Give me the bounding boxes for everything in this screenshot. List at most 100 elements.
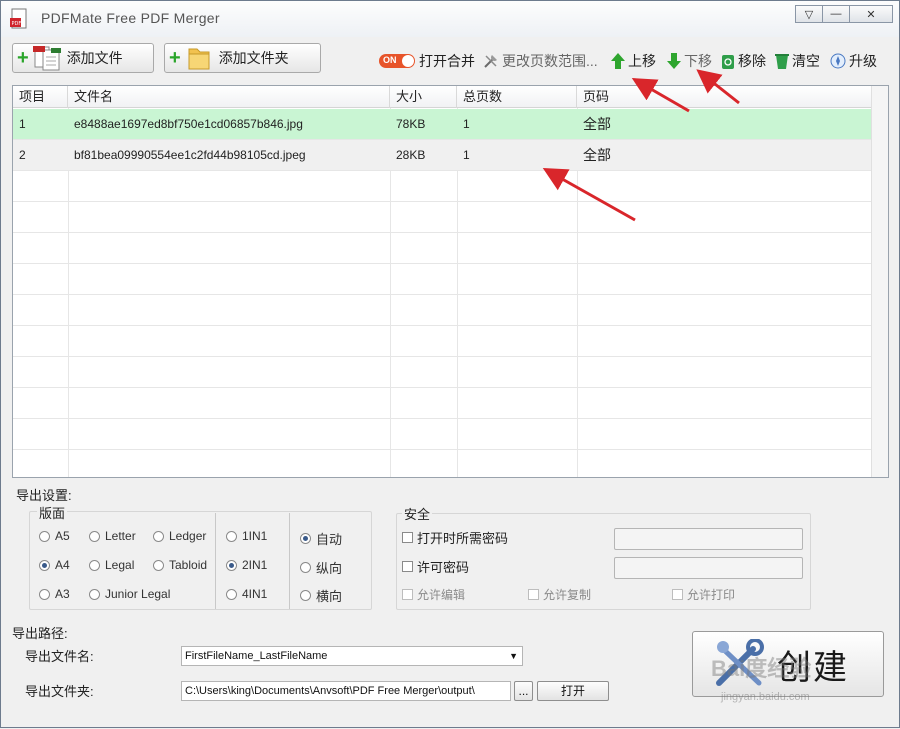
chevron-down-icon: ▼ <box>509 651 518 661</box>
add-file-label: 添加文件 <box>66 50 123 66</box>
remove-button[interactable]: 移除 <box>721 51 766 71</box>
add-file-button[interactable]: + 添加文件 <box>12 43 154 73</box>
radio-legal[interactable]: Legal <box>89 558 134 572</box>
folder-icon <box>188 48 210 70</box>
radio-ledger[interactable]: Ledger <box>153 529 206 543</box>
allow-print-checkbox[interactable]: 允许打印 <box>672 586 735 603</box>
empty-row <box>13 264 871 295</box>
col-header-range[interactable]: 页码 <box>577 86 873 108</box>
minimize-button[interactable]: — <box>822 5 850 23</box>
plus-icon: + <box>17 47 29 69</box>
arrow-down-icon <box>667 53 681 69</box>
table-scrollbar[interactable] <box>871 86 888 477</box>
allow-copy-checkbox[interactable]: 允许复制 <box>528 586 591 603</box>
open-password-checkbox[interactable]: 打开时所需密码 <box>402 528 508 547</box>
radio-auto[interactable]: 自动 <box>300 529 342 548</box>
open-folder-button[interactable]: 打开 <box>537 681 609 701</box>
row-size: 78KB <box>396 117 426 131</box>
remove-label: 移除 <box>738 53 766 69</box>
empty-row <box>13 357 871 388</box>
clear-button[interactable]: 清空 <box>775 51 820 71</box>
move-up-label: 上移 <box>628 53 656 69</box>
row-pages: 1 <box>463 148 470 162</box>
compass-icon <box>830 53 846 69</box>
arrow-up-icon <box>611 53 625 69</box>
app-window: PDF PDFMate Free PDF Merger ▽ — ✕ + 添加文件… <box>0 0 900 728</box>
toggle-switch[interactable]: ON <box>379 54 415 68</box>
export-settings-label: 导出设置: <box>16 488 72 503</box>
clear-label: 清空 <box>792 53 820 69</box>
row-filename: e8488ae1697ed8bf750e1cd06857b846.jpg <box>74 117 303 131</box>
move-up-button[interactable]: 上移 <box>611 51 656 71</box>
watermark-url: jingyan.baidu.com <box>721 691 810 703</box>
add-folder-label: 添加文件夹 <box>218 50 289 66</box>
row-pages: 1 <box>463 117 470 131</box>
radio-2in1[interactable]: 2IN1 <box>226 558 267 572</box>
col-header-index[interactable]: 项目 <box>13 86 68 108</box>
col-header-pages[interactable]: 总页数 <box>457 86 577 108</box>
empty-row <box>13 326 871 357</box>
watermark-text: Bai度经验 <box>711 656 812 681</box>
tools-icon <box>484 55 497 68</box>
window-menu-button[interactable]: ▽ <box>795 5 823 23</box>
radio-a3[interactable]: A3 <box>39 587 70 601</box>
empty-row <box>13 171 871 202</box>
empty-row <box>13 233 871 264</box>
pdf-app-icon: PDF <box>10 8 27 29</box>
radio-a5[interactable]: A5 <box>39 529 70 543</box>
output-filename-select[interactable]: FirstFileName_LastFileName ▼ <box>181 646 523 666</box>
output-folder-input[interactable]: C:\Users\king\Documents\Anvsoft\PDF Free… <box>181 681 511 701</box>
table-row[interactable]: 2 bf81bea09990554ee1c2fd44b98105cd.jpeg … <box>13 140 871 171</box>
open-password-field[interactable] <box>614 528 803 550</box>
upgrade-button[interactable]: 升级 <box>830 51 877 71</box>
change-range-label: 更改页数范围... <box>502 53 598 69</box>
radio-portrait[interactable]: 纵向 <box>300 558 342 577</box>
change-range-button[interactable]: 更改页数范围... <box>483 51 598 71</box>
move-down-label: 下移 <box>684 53 712 69</box>
empty-row <box>13 295 871 326</box>
empty-row <box>13 388 871 419</box>
window-title: PDFMate Free PDF Merger <box>41 10 220 26</box>
table-header: 项目 文件名 大小 总页数 页码 <box>13 86 873 108</box>
radio-tabloid[interactable]: Tabloid <box>153 558 207 572</box>
empty-row <box>13 202 871 233</box>
layout-label: 版面 <box>37 503 68 522</box>
col-header-filename[interactable]: 文件名 <box>68 86 390 108</box>
output-folder-label: 导出文件夹: <box>25 684 94 699</box>
radio-landscape[interactable]: 横向 <box>300 586 342 605</box>
output-filename-label: 导出文件名: <box>25 649 94 664</box>
security-label: 安全 <box>402 504 433 523</box>
pdf-docs-icon <box>32 46 61 71</box>
col-header-size[interactable]: 大小 <box>390 86 457 108</box>
svg-text:PDF: PDF <box>12 21 22 27</box>
move-down-button[interactable]: 下移 <box>667 51 712 71</box>
row-size: 28KB <box>396 148 426 162</box>
row-filename: bf81bea09990554ee1c2fd44b98105cd.jpeg <box>74 148 306 162</box>
row-index: 1 <box>19 117 26 131</box>
permission-password-checkbox[interactable]: 许可密码 <box>402 557 469 576</box>
radio-junior-legal[interactable]: Junior Legal <box>89 587 170 601</box>
title-bar: PDF PDFMate Free PDF Merger ▽ — ✕ <box>1 1 899 37</box>
row-index: 2 <box>19 148 26 162</box>
plus-icon: + <box>169 47 181 69</box>
open-merge-label: 打开合并 <box>419 53 475 69</box>
file-list-table[interactable]: 项目 文件名 大小 总页数 页码 1 e8488ae1697ed8bf750e1… <box>12 85 889 478</box>
row-range[interactable]: 全部 <box>577 140 611 171</box>
permission-password-field[interactable] <box>614 557 803 579</box>
allow-edit-checkbox[interactable]: 允许编辑 <box>402 586 465 603</box>
radio-a4[interactable]: A4 <box>39 558 70 572</box>
row-range[interactable]: 全部 <box>577 109 611 140</box>
browse-button[interactable]: ... <box>514 681 533 701</box>
add-folder-button[interactable]: + 添加文件夹 <box>164 43 321 73</box>
radio-1in1[interactable]: 1IN1 <box>226 529 267 543</box>
recycle-bin-icon <box>722 55 734 69</box>
trash-icon <box>775 54 789 69</box>
radio-4in1[interactable]: 4IN1 <box>226 587 267 601</box>
table-row[interactable]: 1 e8488ae1697ed8bf750e1cd06857b846.jpg 7… <box>13 109 871 140</box>
empty-row <box>13 419 871 450</box>
close-button[interactable]: ✕ <box>849 5 893 23</box>
toggle-label: ON <box>383 55 397 65</box>
radio-letter[interactable]: Letter <box>89 529 136 543</box>
open-merge-toggle[interactable]: ON 打开合并 <box>379 51 475 71</box>
output-path-label: 导出路径: <box>12 626 68 641</box>
